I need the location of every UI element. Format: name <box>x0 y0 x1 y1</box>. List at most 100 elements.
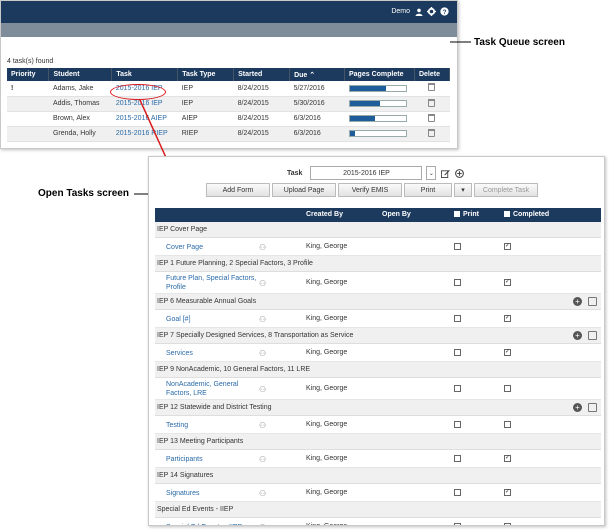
people-icon[interactable]: ⚇ <box>259 279 266 288</box>
form-link[interactable]: NonAcademic, General Factors, LRE <box>166 380 261 398</box>
col-priority[interactable]: Priority <box>7 68 50 81</box>
trash-icon[interactable] <box>428 113 436 122</box>
people-icon[interactable]: ⚇ <box>259 243 266 252</box>
col-task-type[interactable]: Task Type <box>177 68 235 81</box>
col-pages-complete[interactable]: Pages Complete <box>344 68 415 81</box>
task-link[interactable]: 2015-2016 RIEP <box>111 126 178 142</box>
people-icon[interactable]: ⚇ <box>259 349 266 358</box>
print-checkbox[interactable] <box>454 489 461 496</box>
highlight-circle <box>110 84 166 100</box>
form-link[interactable]: Goal [#] <box>166 315 261 324</box>
due-cell: 6/3/2016 <box>289 126 345 142</box>
form-row: Goal [#] ⚇ King, George ✓ <box>155 310 601 328</box>
table-row[interactable]: Grenda, Holly 2015-2016 RIEP RIEP 8/24/2015… <box>7 126 450 142</box>
add-task-icon[interactable] <box>454 168 464 178</box>
trash-icon[interactable] <box>428 83 436 92</box>
add-form-icon[interactable]: + <box>573 297 582 306</box>
table-row[interactable]: Addis, Thomas 2015-2016 IEP IEP 8/24/2015 5/… <box>7 96 450 112</box>
form-link[interactable]: Participants <box>166 455 261 464</box>
col-started[interactable]: Started <box>233 68 291 81</box>
form-row: Services ⚇ King, George ✓ <box>155 344 601 362</box>
form-link[interactable]: Signatures <box>166 489 261 498</box>
print-checkbox[interactable] <box>454 315 461 322</box>
delete-cell <box>414 81 450 97</box>
form-link[interactable]: Special Ed Events - IIEP <box>166 523 261 525</box>
complete-task-button[interactable]: Complete Task <box>474 183 538 197</box>
add-form-button[interactable]: Add Form <box>206 183 270 197</box>
form-section-header: IEP 14 Signatures <box>155 468 601 484</box>
task-selector-row: Task 2015-2016 IEP ⌄ <box>287 166 464 180</box>
print-button[interactable]: Print <box>404 183 452 197</box>
print-checkbox[interactable] <box>454 349 461 356</box>
people-icon[interactable]: ⚇ <box>259 385 266 394</box>
print-checkbox[interactable] <box>454 385 461 392</box>
task-dropdown-caret[interactable]: ⌄ <box>426 166 437 180</box>
col-delete[interactable]: Delete <box>414 68 451 81</box>
form-link[interactable]: Testing <box>166 421 261 430</box>
print-checkbox[interactable] <box>454 243 461 250</box>
col-task[interactable]: Task <box>111 68 179 81</box>
people-icon[interactable]: ⚇ <box>259 523 266 525</box>
task-type-cell: IEP <box>177 96 234 112</box>
col-student[interactable]: Student <box>48 68 113 81</box>
print-dropdown-button[interactable]: ▾ <box>454 183 472 197</box>
col-open-by: Open By <box>382 211 411 218</box>
task-select[interactable]: 2015-2016 IEP <box>310 166 423 180</box>
col-due[interactable]: Due ⌃ <box>289 68 345 81</box>
form-link[interactable]: Cover Page <box>166 243 261 252</box>
completed-checkbox[interactable]: ✓ <box>504 349 511 356</box>
user-icon[interactable] <box>414 7 423 16</box>
edit-icon[interactable] <box>440 168 450 178</box>
print-checkbox[interactable] <box>454 523 461 525</box>
completed-all-checkbox[interactable] <box>504 211 510 217</box>
print-checkbox[interactable] <box>454 421 461 428</box>
trash-icon[interactable] <box>428 128 436 137</box>
task-link[interactable]: 2015-2016 AIEP <box>111 111 178 127</box>
completed-checkbox[interactable] <box>504 385 511 392</box>
completed-checkbox[interactable]: ✓ <box>504 455 511 462</box>
form-row: Future Plan, Special Factors, Profile ⚇ Ki… <box>155 272 601 294</box>
task-table: Priority Student Task Task Type Started … <box>7 68 451 142</box>
user-name[interactable]: Demo <box>391 8 410 15</box>
people-icon[interactable]: ⚇ <box>259 315 266 324</box>
section-title: IEP 6 Measurable Annual Goals <box>157 298 257 305</box>
progress-bar <box>348 130 407 137</box>
table-row[interactable]: Brown, Alex 2015-2016 AIEP AIEP 8/24/2015 6/… <box>7 111 450 127</box>
form-link[interactable]: Services <box>166 349 261 358</box>
pages-complete-cell <box>344 81 415 97</box>
started-cell: 8/24/2015 <box>233 96 290 112</box>
people-icon[interactable]: ⚇ <box>259 421 266 430</box>
col-completed[interactable]: Completed <box>504 211 549 218</box>
copy-icon[interactable] <box>588 331 597 340</box>
completed-checkbox[interactable] <box>504 421 511 428</box>
help-icon[interactable]: ? <box>440 7 449 16</box>
task-label: Task <box>287 169 303 177</box>
add-form-icon[interactable]: + <box>573 403 582 412</box>
section-title: IEP 12 Statewide and District Testing <box>157 404 272 411</box>
add-form-icon[interactable]: + <box>573 331 582 340</box>
form-link[interactable]: Future Plan, Special Factors, Profile <box>166 274 261 292</box>
verify-emis-button[interactable]: Verify EMIS <box>338 183 402 197</box>
table-row[interactable]: ! Adams, Jake 2015-2016 IEP IEP 8/24/2015 5/2… <box>7 81 450 97</box>
col-print[interactable]: Print <box>454 211 479 218</box>
copy-icon[interactable] <box>588 297 597 306</box>
trash-icon[interactable] <box>428 98 436 107</box>
completed-checkbox[interactable]: ✓ <box>504 315 511 322</box>
created-by-cell: King, George <box>306 489 348 496</box>
completed-checkbox[interactable]: ✓ <box>504 243 511 250</box>
people-icon[interactable]: ⚇ <box>259 455 266 464</box>
print-checkbox[interactable] <box>454 279 461 286</box>
progress-fill <box>349 116 375 121</box>
upload-page-button[interactable]: Upload Page <box>272 183 336 197</box>
people-icon[interactable]: ⚇ <box>259 489 266 498</box>
print-all-checkbox[interactable] <box>454 211 460 217</box>
gear-icon[interactable] <box>427 7 436 16</box>
print-checkbox[interactable] <box>454 455 461 462</box>
copy-icon[interactable] <box>588 403 597 412</box>
completed-checkbox[interactable]: ✓ <box>504 279 511 286</box>
completed-checkbox[interactable]: ✓ <box>504 489 511 496</box>
form-row: Testing ⚇ King, George <box>155 416 601 434</box>
progress-fill <box>349 131 356 136</box>
started-cell: 8/24/2015 <box>233 111 290 127</box>
completed-checkbox[interactable] <box>504 523 511 525</box>
